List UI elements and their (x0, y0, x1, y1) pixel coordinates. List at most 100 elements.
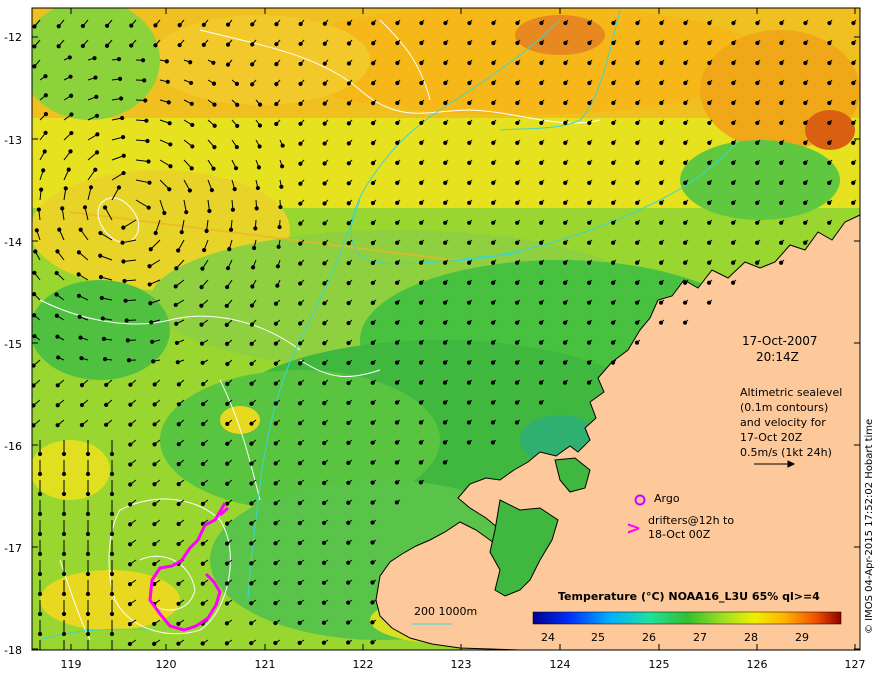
x-tick-label: 119 (60, 658, 82, 671)
x-tick-label: 126 (746, 658, 768, 671)
velocity-arrow-head (224, 641, 230, 646)
velocity-arrow-head (199, 285, 204, 290)
colorbar-tick: 26 (642, 631, 656, 644)
velocity-arrow-head (98, 253, 103, 258)
velocity-arrow-head (128, 402, 133, 407)
velocity-arrow-head (371, 41, 376, 46)
velocity-arrow-head (827, 100, 832, 106)
velocity-arrow-head (249, 381, 254, 386)
colorbar-tick: 27 (693, 631, 707, 644)
velocity-arrow-head (54, 313, 59, 318)
velocity-arrow-head (249, 322, 255, 327)
velocity-arrow-head (322, 401, 327, 406)
velocity-arrow-head (683, 160, 688, 165)
velocity-arrow-head (635, 20, 640, 26)
velocity-arrow-head (827, 200, 832, 205)
velocity-arrow-head (152, 522, 157, 527)
drifters-label-line1: drifters@12h to (648, 514, 735, 527)
velocity-arrow-head (346, 141, 351, 146)
velocity-arrow-head (176, 641, 181, 646)
velocity-arrow-head (128, 462, 133, 467)
velocity-arrow-head (212, 102, 217, 107)
map-time: 20:14Z (756, 350, 799, 364)
velocity-arrow-head (346, 500, 351, 505)
velocity-arrow-head (297, 381, 303, 386)
velocity-arrow-head (683, 140, 688, 146)
velocity-arrow-head (370, 240, 376, 246)
velocity-arrow-head (121, 170, 126, 176)
velocity-arrow-head (321, 540, 327, 545)
velocity-arrow-head (611, 220, 616, 225)
velocity-arrow-head (76, 293, 82, 298)
velocity-arrow-head (273, 481, 278, 486)
velocity-arrow-head (419, 220, 424, 225)
velocity-arrow-head (225, 22, 231, 27)
velocity-arrow-head (56, 355, 61, 360)
velocity-arrow-head (37, 551, 43, 557)
velocity-arrow-head (249, 621, 254, 626)
velocity-arrow-head (147, 282, 152, 287)
velocity-arrow-head (200, 641, 205, 646)
velocity-arrow-head (249, 541, 254, 546)
velocity-arrow-head (127, 602, 133, 607)
velocity-arrow-head (563, 140, 568, 146)
velocity-arrow-head (514, 360, 520, 365)
velocity-arrow-head (346, 360, 351, 366)
velocity-arrow-head (298, 321, 303, 326)
velocity-arrow-head (611, 60, 616, 66)
velocity-arrow-head (127, 621, 133, 627)
velocity-arrow-head (257, 123, 263, 128)
velocity-arrow-head (635, 180, 640, 185)
velocity-arrow-head (587, 200, 592, 205)
velocity-arrow-head (490, 360, 496, 365)
velocity-arrow-head (827, 180, 832, 185)
velocity-arrow-head (371, 61, 376, 66)
velocity-arrow-head (297, 401, 303, 406)
velocity-arrow-head (121, 225, 126, 230)
velocity-arrow-head (117, 76, 123, 81)
velocity-arrow-head (803, 100, 808, 106)
velocity-arrow-head (586, 360, 592, 365)
velocity-arrow-head (224, 303, 229, 309)
velocity-arrow-head (563, 160, 568, 165)
velocity-arrow-head (706, 280, 712, 285)
velocity-arrow-head (322, 161, 327, 166)
velocity-arrow-head (394, 300, 400, 305)
altimetry-line: (0.1m contours) (740, 401, 829, 414)
velocity-arrow-head (63, 186, 68, 191)
velocity-arrow-head (346, 580, 351, 585)
velocity-arrow-head (467, 220, 472, 225)
velocity-arrow-head (827, 140, 832, 146)
velocity-arrow-head (562, 260, 568, 265)
velocity-arrow-head (779, 40, 784, 46)
velocity-arrow-head (538, 280, 544, 285)
velocity-arrow-head (539, 220, 544, 225)
velocity-arrow-head (121, 259, 126, 264)
velocity-arrow-head (442, 440, 447, 445)
velocity-arrow-head (539, 160, 544, 165)
velocity-arrow-head (249, 521, 254, 526)
velocity-arrow-head (514, 260, 520, 265)
velocity-arrow-head (152, 621, 157, 627)
velocity-arrow-head (176, 422, 181, 427)
velocity-arrow-head (370, 121, 376, 126)
velocity-arrow-head (466, 340, 472, 345)
velocity-arrow-head (779, 60, 784, 66)
velocity-arrow-head (321, 580, 327, 585)
velocity-arrow-head (851, 200, 856, 205)
velocity-arrow-head (370, 460, 375, 465)
velocity-arrow-head (321, 560, 327, 565)
x-tick-label: 123 (450, 658, 472, 671)
velocity-arrow-head (707, 240, 712, 245)
velocity-arrow-head (322, 141, 327, 146)
velocity-arrow-head (731, 140, 736, 146)
velocity-arrow-head (235, 123, 240, 129)
velocity-arrow-head (587, 40, 592, 46)
velocity-arrow-head (538, 320, 544, 325)
velocity-arrow-head (148, 301, 153, 306)
velocity-arrow-head (152, 422, 157, 427)
velocity-arrow-head (490, 420, 496, 425)
velocity-arrow-head (346, 620, 351, 625)
velocity-arrow-head (273, 341, 278, 346)
velocity-arrow-head (275, 283, 280, 288)
